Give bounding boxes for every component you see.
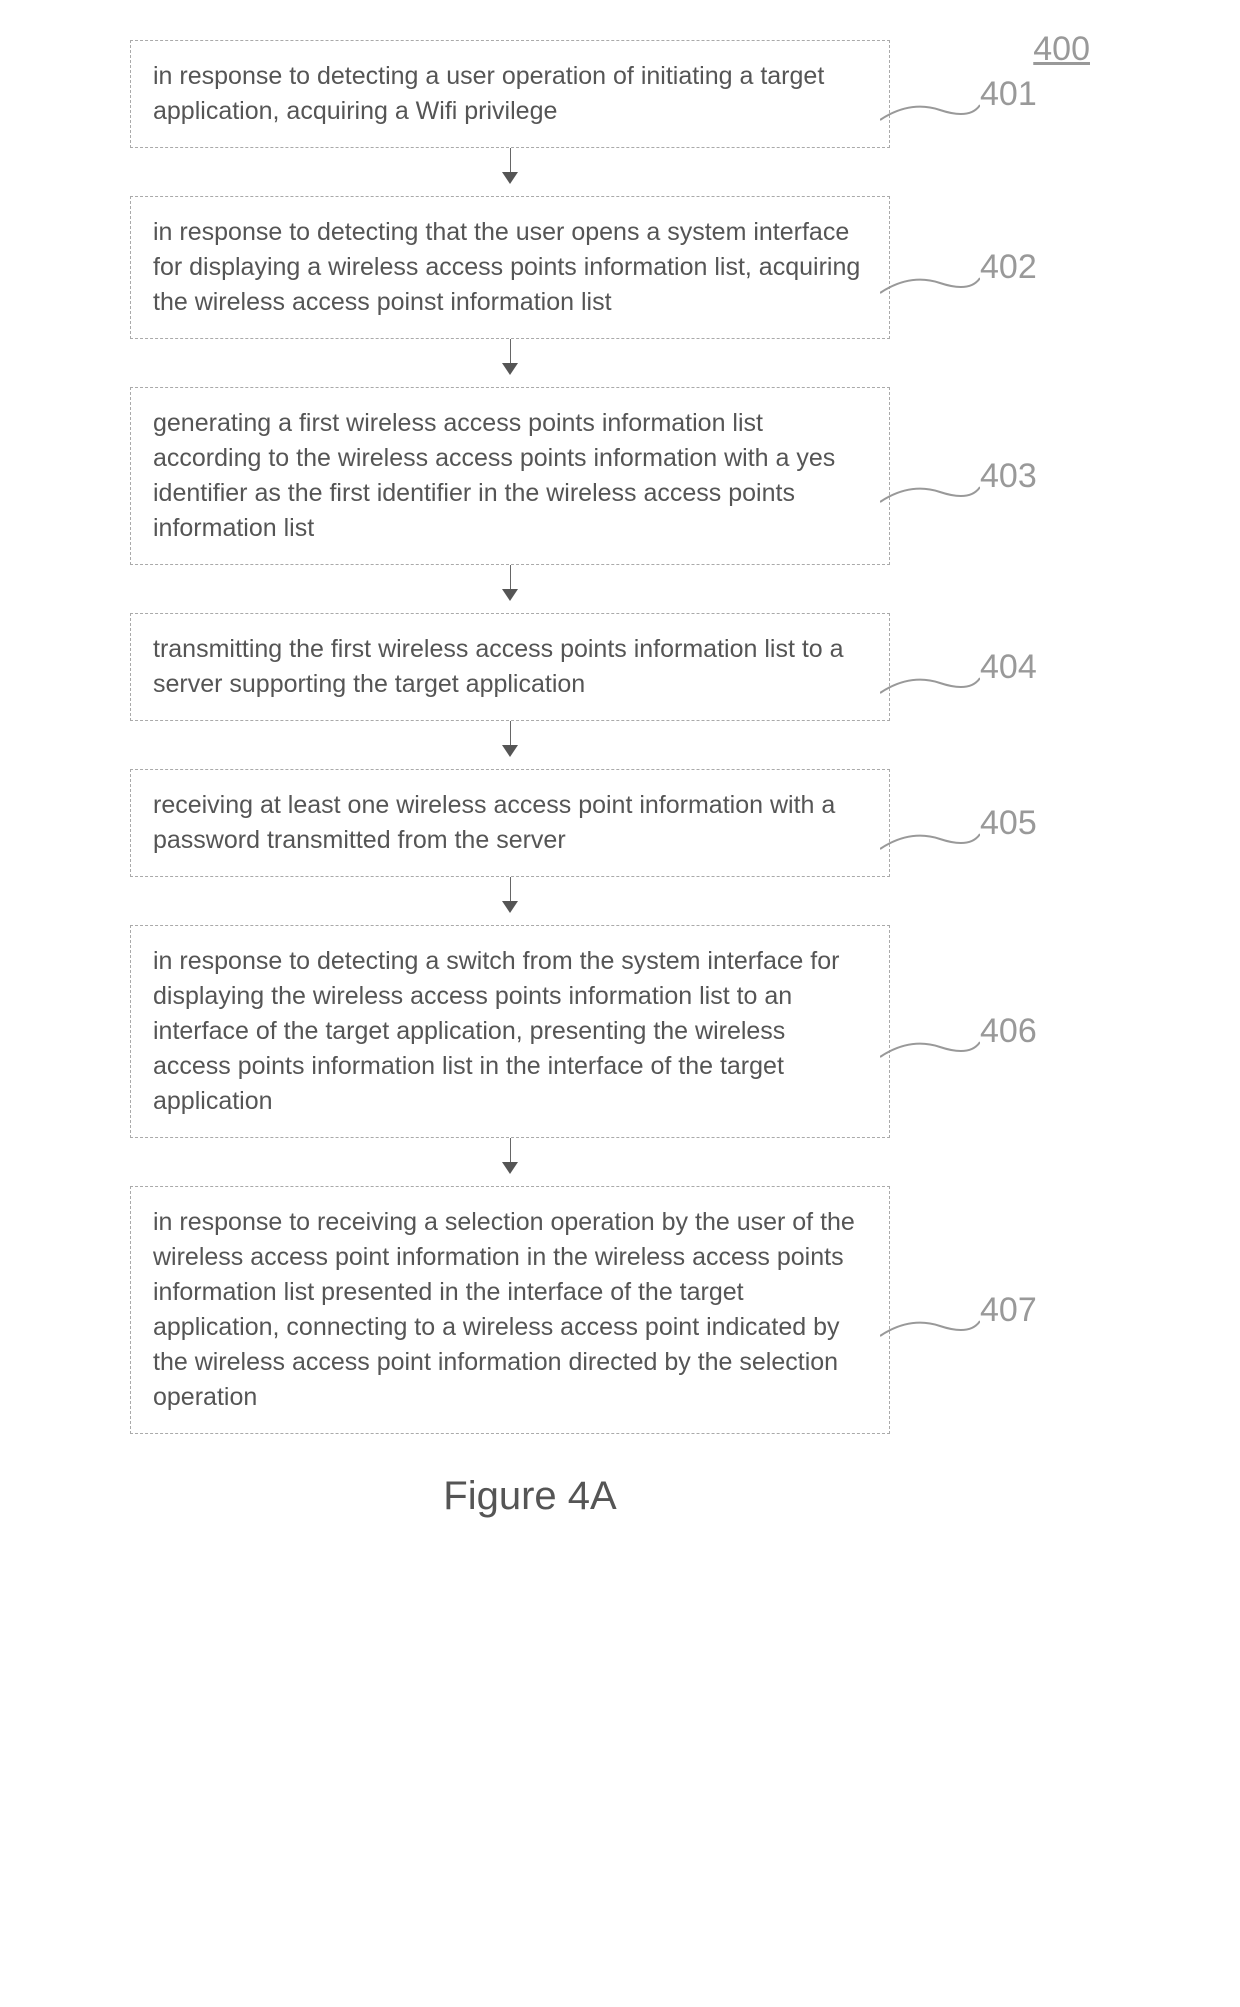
callout-connector (880, 90, 980, 130)
step-number-label: 406 (980, 1012, 1037, 1051)
callout-connector (880, 1027, 980, 1067)
step-number-label: 404 (980, 648, 1037, 687)
step-box: generating a first wireless access point… (130, 387, 890, 565)
step-number-label: 405 (980, 804, 1037, 843)
flowchart-step: in response to detecting that the user o… (130, 196, 1110, 339)
step-number-label: 402 (980, 248, 1037, 287)
flowchart-step: in response to detecting a user operatio… (130, 40, 1110, 148)
flowchart-step: generating a first wireless access point… (130, 387, 1110, 565)
flowchart-step: receiving at least one wireless access p… (130, 769, 1110, 877)
arrow-down-icon (130, 877, 890, 925)
arrow-down-icon (130, 1138, 890, 1186)
arrow-down-icon (130, 339, 890, 387)
step-number-label: 407 (980, 1291, 1037, 1330)
callout-connector (880, 663, 980, 703)
step-number-label: 403 (980, 457, 1037, 496)
callout-connector (880, 819, 980, 859)
step-box: in response to detecting that the user o… (130, 196, 890, 339)
callout-connector (880, 472, 980, 512)
figure-caption: Figure 4A (40, 1474, 1020, 1519)
step-box: receiving at least one wireless access p… (130, 769, 890, 877)
step-box: in response to detecting a user operatio… (130, 40, 890, 148)
callout-connector (880, 1306, 980, 1346)
flowchart-step: in response to detecting a switch from t… (130, 925, 1110, 1138)
flowchart-step: in response to receiving a selection ope… (130, 1186, 1110, 1434)
arrow-down-icon (130, 721, 890, 769)
step-box: transmitting the first wireless access p… (130, 613, 890, 721)
step-box: in response to detecting a switch from t… (130, 925, 890, 1138)
step-box: in response to receiving a selection ope… (130, 1186, 890, 1434)
callout-connector (880, 263, 980, 303)
arrow-down-icon (130, 148, 890, 196)
arrow-down-icon (130, 565, 890, 613)
step-number-label: 401 (980, 75, 1037, 114)
flowchart-step: transmitting the first wireless access p… (130, 613, 1110, 721)
flowchart-diagram: 400 in response to detecting a user oper… (130, 40, 1110, 1434)
